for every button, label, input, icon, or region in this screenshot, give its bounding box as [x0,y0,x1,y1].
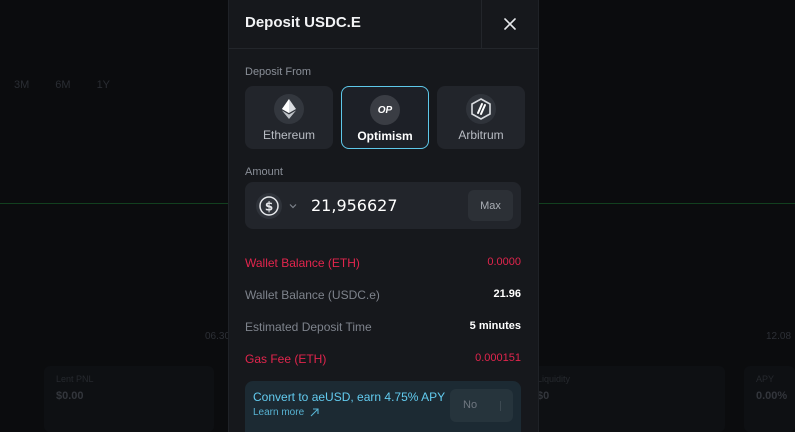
toggle-handle [500,401,501,411]
info-value: 0.000151 [475,352,521,364]
info-value: 5 minutes [469,320,521,332]
info-label: Wallet Balance (USDC.e) [245,288,380,302]
chain-name: Arbitrum [458,128,504,142]
usdc-icon: $ [256,193,282,219]
bg-stat-card: APY 0.00% [744,366,795,432]
convert-title: Convert to aeUSD, earn 4.75% APY [253,390,446,404]
chart-date-left: 06.30 [205,331,231,342]
info-value: 21.96 [493,288,521,300]
info-value: 0.0000 [487,256,521,268]
arbitrum-icon [466,94,496,124]
optimism-badge: OP [377,104,393,116]
close-button[interactable] [481,0,538,48]
token-selector[interactable]: $ [255,192,303,220]
bg-stat-label: Liquidity [537,374,571,384]
amount-label: Amount [245,166,283,178]
bg-stat-label: Lent PNL [56,374,94,384]
bg-stat-value: 0.00% [756,390,788,402]
range-tab-6m: 6M [55,79,71,91]
convert-toggle[interactable]: No [450,389,513,422]
chart-range-tabs: 3M 6M 1Y [14,79,110,91]
modal-header: Deposit USDC.E [229,0,538,49]
max-button[interactable]: Max [468,190,513,221]
info-row-wallet-eth: Wallet Balance (ETH) 0.0000 [245,256,521,270]
bg-stat-card: Liquidity $0 [525,366,725,432]
deposit-from-label: Deposit From [245,66,312,78]
info-label: Gas Fee (ETH) [245,352,327,366]
amount-field: $ Max [245,182,521,229]
chain-option-arbitrum[interactable]: Arbitrum [437,86,525,149]
optimism-icon: OP [370,95,400,125]
chain-option-optimism[interactable]: OP Optimism [341,86,429,149]
chain-name: Optimism [357,129,413,143]
chain-option-ethereum[interactable]: Ethereum [245,86,333,149]
bg-stat-label: APY [756,374,775,384]
chevron-down-icon [289,204,297,209]
close-icon [504,18,516,30]
info-row-gas-fee: Gas Fee (ETH) 0.000151 [245,352,521,366]
svg-text:$: $ [265,200,273,214]
chart-date-right: 12.08 [766,331,792,342]
amount-input[interactable] [311,193,461,217]
toggle-label: No [463,399,478,411]
info-label: Wallet Balance (ETH) [245,256,360,270]
modal-title: Deposit USDC.E [245,14,361,31]
ethereum-icon [274,94,304,124]
external-link-icon [310,408,319,417]
info-row-wallet-usdc: Wallet Balance (USDC.e) 21.96 [245,288,521,302]
convert-banner: Convert to aeUSD, earn 4.75% APY Learn m… [245,381,521,432]
bg-stat-card: Lent PNL $0.00 [44,366,214,432]
learn-more-link[interactable]: Learn more [253,407,319,418]
bg-stat-value: $0.00 [56,390,84,402]
info-row-deposit-time: Estimated Deposit Time 5 minutes [245,320,521,334]
learn-more-text: Learn more [253,407,305,418]
deposit-modal: Deposit USDC.E Deposit From Ethereum OP … [228,0,539,432]
chain-name: Ethereum [262,128,316,142]
info-label: Estimated Deposit Time [245,320,372,334]
range-tab-1y: 1Y [96,79,111,91]
range-tab-3m: 3M [14,79,30,91]
